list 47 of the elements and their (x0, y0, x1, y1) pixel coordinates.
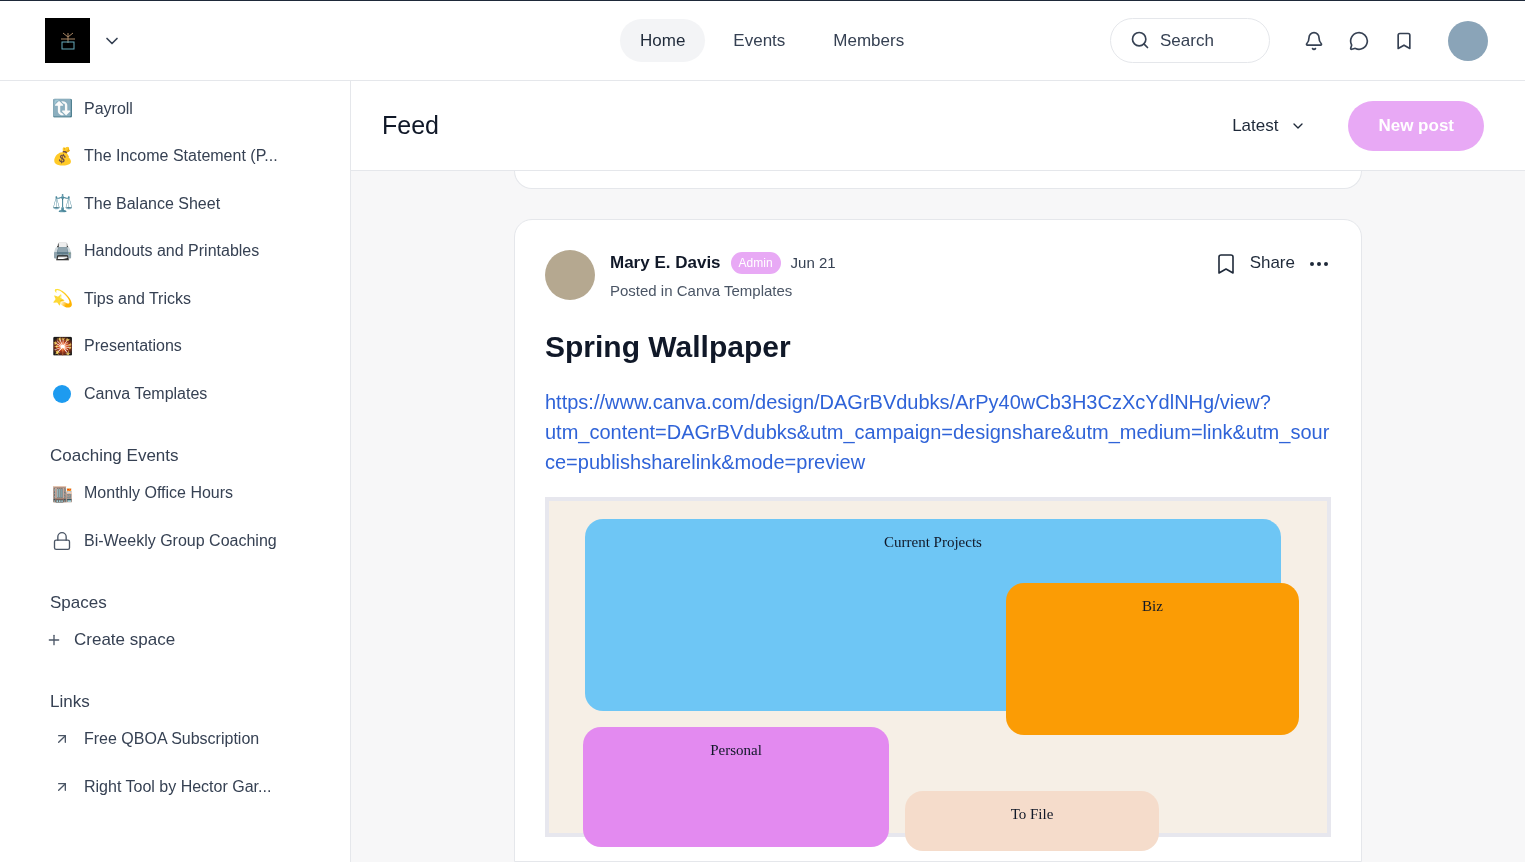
feed-title: Feed (382, 109, 439, 141)
sidebar-item[interactable]: Right Tool by Hector Gar... (84, 774, 272, 799)
emoji-icon: 🖨 (52, 242, 72, 260)
nav-tab[interactable]: Events (713, 19, 806, 62)
sidebar-item[interactable]: Payroll (84, 96, 133, 121)
section-heading: Spaces (49, 591, 108, 614)
nav-tab[interactable]: Members (813, 19, 925, 62)
search-field[interactable]: Search (1110, 18, 1270, 63)
sidebar-item[interactable]: Presentations (84, 334, 182, 359)
panel-label: Biz (1142, 597, 1163, 616)
emoji-icon: 🎇 (52, 337, 72, 355)
sidebar-item[interactable]: Handouts and Printables (84, 239, 260, 264)
section-heading: Links (49, 690, 91, 713)
post-link[interactable]: https://www.canva.com/design/DAGrBVdubks/ArPy40wCb3H3CzXcYdlNHg/view?utm_content=DAGrBVdubks&utm_campaign=designshare&utm_medium=link&utm_source=publishsharelink&mode=preview (545, 387, 1331, 477)
panel-label: Current Projects (884, 533, 982, 552)
author-name[interactable]: Mary E. Davis (610, 250, 721, 276)
sidebar-item[interactable]: The Income Statement (P... (84, 144, 278, 169)
posted-in-text: Posted in Canva Templates (610, 280, 794, 301)
section-heading: Coaching Events (49, 444, 180, 467)
panel-label: Personal (710, 741, 762, 760)
sidebar-item[interactable]: Free QBOA Subscription (84, 727, 260, 752)
post-title: Spring Wallpaper (545, 329, 792, 365)
nav-tab[interactable]: Home (620, 19, 706, 62)
sort-dropdown[interactable]: Latest (1232, 112, 1307, 139)
lock-icon (52, 530, 72, 551)
emoji-icon: 💫 (52, 290, 72, 308)
create-space-link[interactable]: Create space (74, 627, 176, 653)
plus-icon (46, 632, 62, 648)
avatar[interactable] (1448, 20, 1488, 61)
sidebar-item[interactable]: Tips and Tricks (84, 286, 191, 311)
emoji-icon: 💰 (52, 147, 72, 165)
post-date: Jun 21 (790, 252, 836, 273)
search-icon (1130, 30, 1150, 50)
community-logo[interactable] (45, 18, 90, 63)
sidebar-item[interactable]: Bi-Weekly Group Coaching (84, 528, 277, 553)
bookmark-icon[interactable] (1394, 30, 1414, 51)
share-button[interactable]: Share (1249, 250, 1295, 276)
admin-badge: Admin (730, 251, 781, 274)
emoji-icon: ⚖ (52, 195, 72, 213)
emoji-icon: 🔃 (52, 100, 72, 118)
emoji-icon: 🏬 (52, 484, 72, 502)
panel-label: To File (1010, 805, 1054, 824)
sidebar-item[interactable]: Monthly Office Hours (84, 481, 234, 506)
sidebar-item[interactable]: Canva Templates (84, 381, 208, 406)
chat-icon[interactable] (1349, 30, 1369, 51)
bell-icon[interactable] (1304, 30, 1324, 51)
sidebar-item[interactable]: The Balance Sheet (84, 191, 221, 216)
